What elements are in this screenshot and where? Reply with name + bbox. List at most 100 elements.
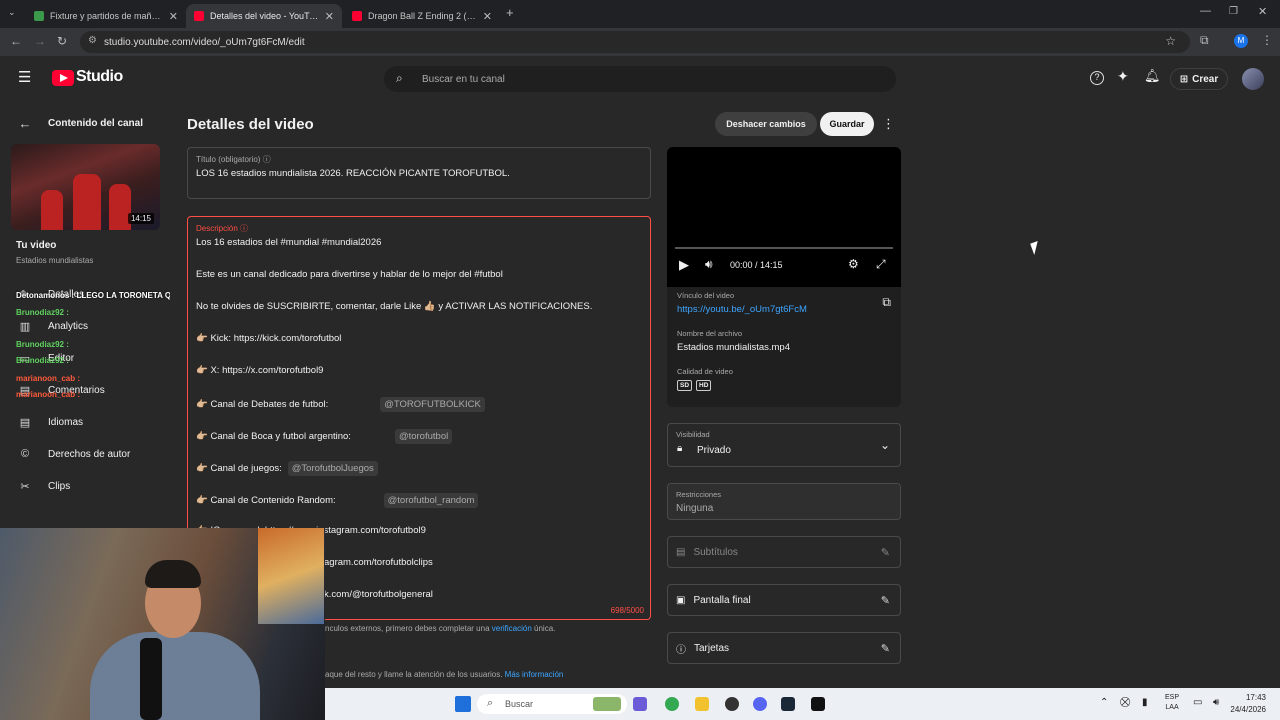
arrow-back-icon: ← <box>18 116 32 131</box>
windows-taskbar: ⌕ Buscar ⌃ ⛒ ▮ ESP LAA ▭ 🔊︎ 17:43 24/4/20… <box>325 688 1280 720</box>
help-icon[interactable]: ⓘ <box>240 224 248 233</box>
description-line-text: 👉🏼 Canal de Boca y futbol argentino: <box>196 431 351 442</box>
tab-close-icon[interactable]: ✕ <box>325 10 334 23</box>
visibility-value: Privado <box>697 445 731 456</box>
undo-changes-button[interactable]: Deshacer cambios <box>715 112 817 136</box>
copy-icon[interactable]: ⧉ <box>882 295 891 310</box>
video-thumbnail[interactable]: 14:15 <box>11 144 160 230</box>
volume-icon[interactable]: 🔊︎ <box>1213 697 1219 708</box>
network-icon[interactable]: ⛒ <box>1120 697 1130 708</box>
sparkle-icon[interactable]: ✦ <box>1117 68 1129 85</box>
title-field[interactable]: Título (obligatorio) ⓘ LOS 16 estadios m… <box>187 147 651 199</box>
create-button[interactable]: ⊞ Crear <box>1170 68 1228 90</box>
display-icon[interactable]: ▭ <box>1193 697 1202 708</box>
video-player[interactable]: ▶ 🔊︎ 00:00 / 14:15 ⚙ ⤢ <box>667 147 901 287</box>
description-line: 👉🏼 Canal de juegos: @TorofutbolJuegos <box>196 461 378 476</box>
edit-pencil-icon[interactable]: ✎ <box>881 642 890 655</box>
show-hidden-icons[interactable]: ⌃ <box>1100 697 1108 708</box>
tab-search-icon[interactable]: ⌄ <box>8 7 16 18</box>
extensions-icon[interactable]: ⧉ <box>1200 33 1209 48</box>
video-link[interactable]: https://youtu.be/_oUm7gt6FcM <box>677 304 807 315</box>
end-screen-card[interactable]: ▣ Pantalla final ✎ <box>667 584 901 616</box>
language-indicator[interactable]: ESP LAA <box>1165 693 1179 713</box>
chrome-icon[interactable] <box>665 697 679 711</box>
description-line: 👉🏼 Canal de Debates de futbol: @TOROFUTBO… <box>196 397 485 412</box>
search-icon: ⌕ <box>487 697 494 709</box>
help-icon[interactable]: ⓘ <box>263 155 271 164</box>
youtube-favicon-icon <box>194 11 204 21</box>
subtitles-card[interactable]: ▤ Subtítulos ✎ <box>667 536 901 568</box>
url-field[interactable]: ⚙ studio.youtube.com/video/_oUm7gt6FcM/e… <box>80 31 1190 53</box>
browser-tab[interactable]: Dragon Ball Z Ending 2 (Latino) ✕ <box>344 4 500 28</box>
bookmark-star-icon[interactable]: ☆ <box>1165 34 1176 48</box>
new-tab-icon[interactable]: + <box>506 5 514 20</box>
chat-message: Brunodiaz92 : <box>16 340 69 349</box>
taskbar-clock[interactable]: 17:43 24/4/2026 <box>1230 692 1266 716</box>
sidebar-item-languages[interactable]: ▤ Idiomas <box>18 416 83 429</box>
help-icon[interactable]: ? <box>1090 71 1104 85</box>
tab-close-icon[interactable]: ✕ <box>483 10 492 23</box>
studio-logo-text[interactable]: Studio <box>76 68 123 86</box>
volume-icon[interactable]: 🔊︎ <box>705 257 713 272</box>
description-label-text: Descripción <box>196 224 238 233</box>
progress-bar[interactable] <box>675 247 893 249</box>
more-options-icon[interactable]: ⋮ <box>882 116 895 132</box>
edit-pencil-icon[interactable]: ✎ <box>881 546 890 559</box>
description-line: agram.com/torofutbolclips <box>324 557 433 568</box>
chevron-down-icon: ⌄ <box>879 438 890 452</box>
edit-pencil-icon[interactable]: ✎ <box>881 594 890 607</box>
profile-avatar[interactable]: M <box>1234 34 1248 48</box>
hd-badge-icon: HD <box>696 380 712 391</box>
teams-icon[interactable] <box>633 697 647 711</box>
hamburger-menu-icon[interactable]: ☰ <box>18 68 31 86</box>
restore-icon[interactable]: ❐ <box>1229 6 1238 17</box>
sidebar-item-copyright[interactable]: © Derechos de autor <box>18 448 130 460</box>
channel-mention-chip[interactable]: @TOROFUTBOLKICK <box>380 397 485 412</box>
widget-icon[interactable] <box>593 697 621 711</box>
description-field-label: Descripción ⓘ <box>196 223 248 234</box>
save-button[interactable]: Guardar <box>820 112 874 136</box>
windows-start-icon[interactable] <box>455 696 471 712</box>
page-title: Detalles del video <box>187 116 314 133</box>
browser-tab[interactable]: Fixture y partidos de mañana e ✕ <box>26 4 186 28</box>
play-icon[interactable]: ▶ <box>679 257 689 273</box>
close-window-icon[interactable]: ✕ <box>1258 5 1267 18</box>
chat-message: Brunodiaz92 : <box>16 356 69 365</box>
channel-mention-chip[interactable]: @torofutbol <box>394 429 453 444</box>
restrictions-value: Ninguna <box>676 503 714 514</box>
back-to-content-link[interactable]: ← Contenido del canal <box>18 116 144 131</box>
sd-badge-icon: SD <box>677 380 693 391</box>
app-icon[interactable] <box>811 697 825 711</box>
minimize-icon[interactable]: — <box>1200 5 1211 17</box>
channel-mention-chip[interactable]: @torofutbol_random <box>383 493 479 508</box>
channel-avatar[interactable] <box>1242 68 1264 90</box>
forward-icon[interactable]: → <box>34 34 46 48</box>
back-icon[interactable]: ← <box>10 34 22 48</box>
more-info-link[interactable]: Más información <box>505 670 564 679</box>
restrictions-field[interactable]: Restricciones Ninguna <box>667 483 901 520</box>
cards-card[interactable]: ⓘ Tarjetas ✎ <box>667 632 901 664</box>
settings-gear-icon[interactable]: ⚙ <box>848 257 859 271</box>
tab-close-icon[interactable]: ✕ <box>169 10 178 23</box>
sidebar-item-analytics[interactable]: ▥ Analytics <box>18 320 88 333</box>
steam-icon[interactable] <box>781 697 795 711</box>
sidebar-item-clips[interactable]: ✂ Clips <box>18 480 70 493</box>
channel-mention-chip[interactable]: @TorofutbolJuegos <box>287 461 378 476</box>
notifications-bell-icon[interactable]: 🔔︎ <box>1144 68 1161 84</box>
visibility-dropdown[interactable]: Visibilidad 🔒︎ Privado ⌄ <box>667 423 901 467</box>
your-video-heading: Tu video <box>16 240 57 251</box>
browser-menu-icon[interactable]: ⋮ <box>1261 33 1273 47</box>
file-explorer-icon[interactable] <box>695 697 709 711</box>
tab-title: Fixture y partidos de mañana e <box>50 11 163 21</box>
obs-icon[interactable] <box>725 697 739 711</box>
verification-link[interactable]: verificación <box>492 624 532 633</box>
reload-icon[interactable]: ↻ <box>57 34 67 48</box>
channel-search-input[interactable]: ⌕ Buscar en tu canal <box>384 66 896 92</box>
browser-tab-active[interactable]: Detalles del video - YouTube St ✕ <box>186 4 342 28</box>
character-counter: 698/5000 <box>610 606 644 615</box>
battery-icon[interactable]: ▮ <box>1142 697 1148 708</box>
fullscreen-icon[interactable]: ⤢ <box>876 257 886 272</box>
discord-icon[interactable] <box>753 697 767 711</box>
thumbnail-note-text: aque del resto y llame la atención de lo… <box>325 670 503 679</box>
site-info-icon[interactable]: ⚙ <box>88 35 97 46</box>
